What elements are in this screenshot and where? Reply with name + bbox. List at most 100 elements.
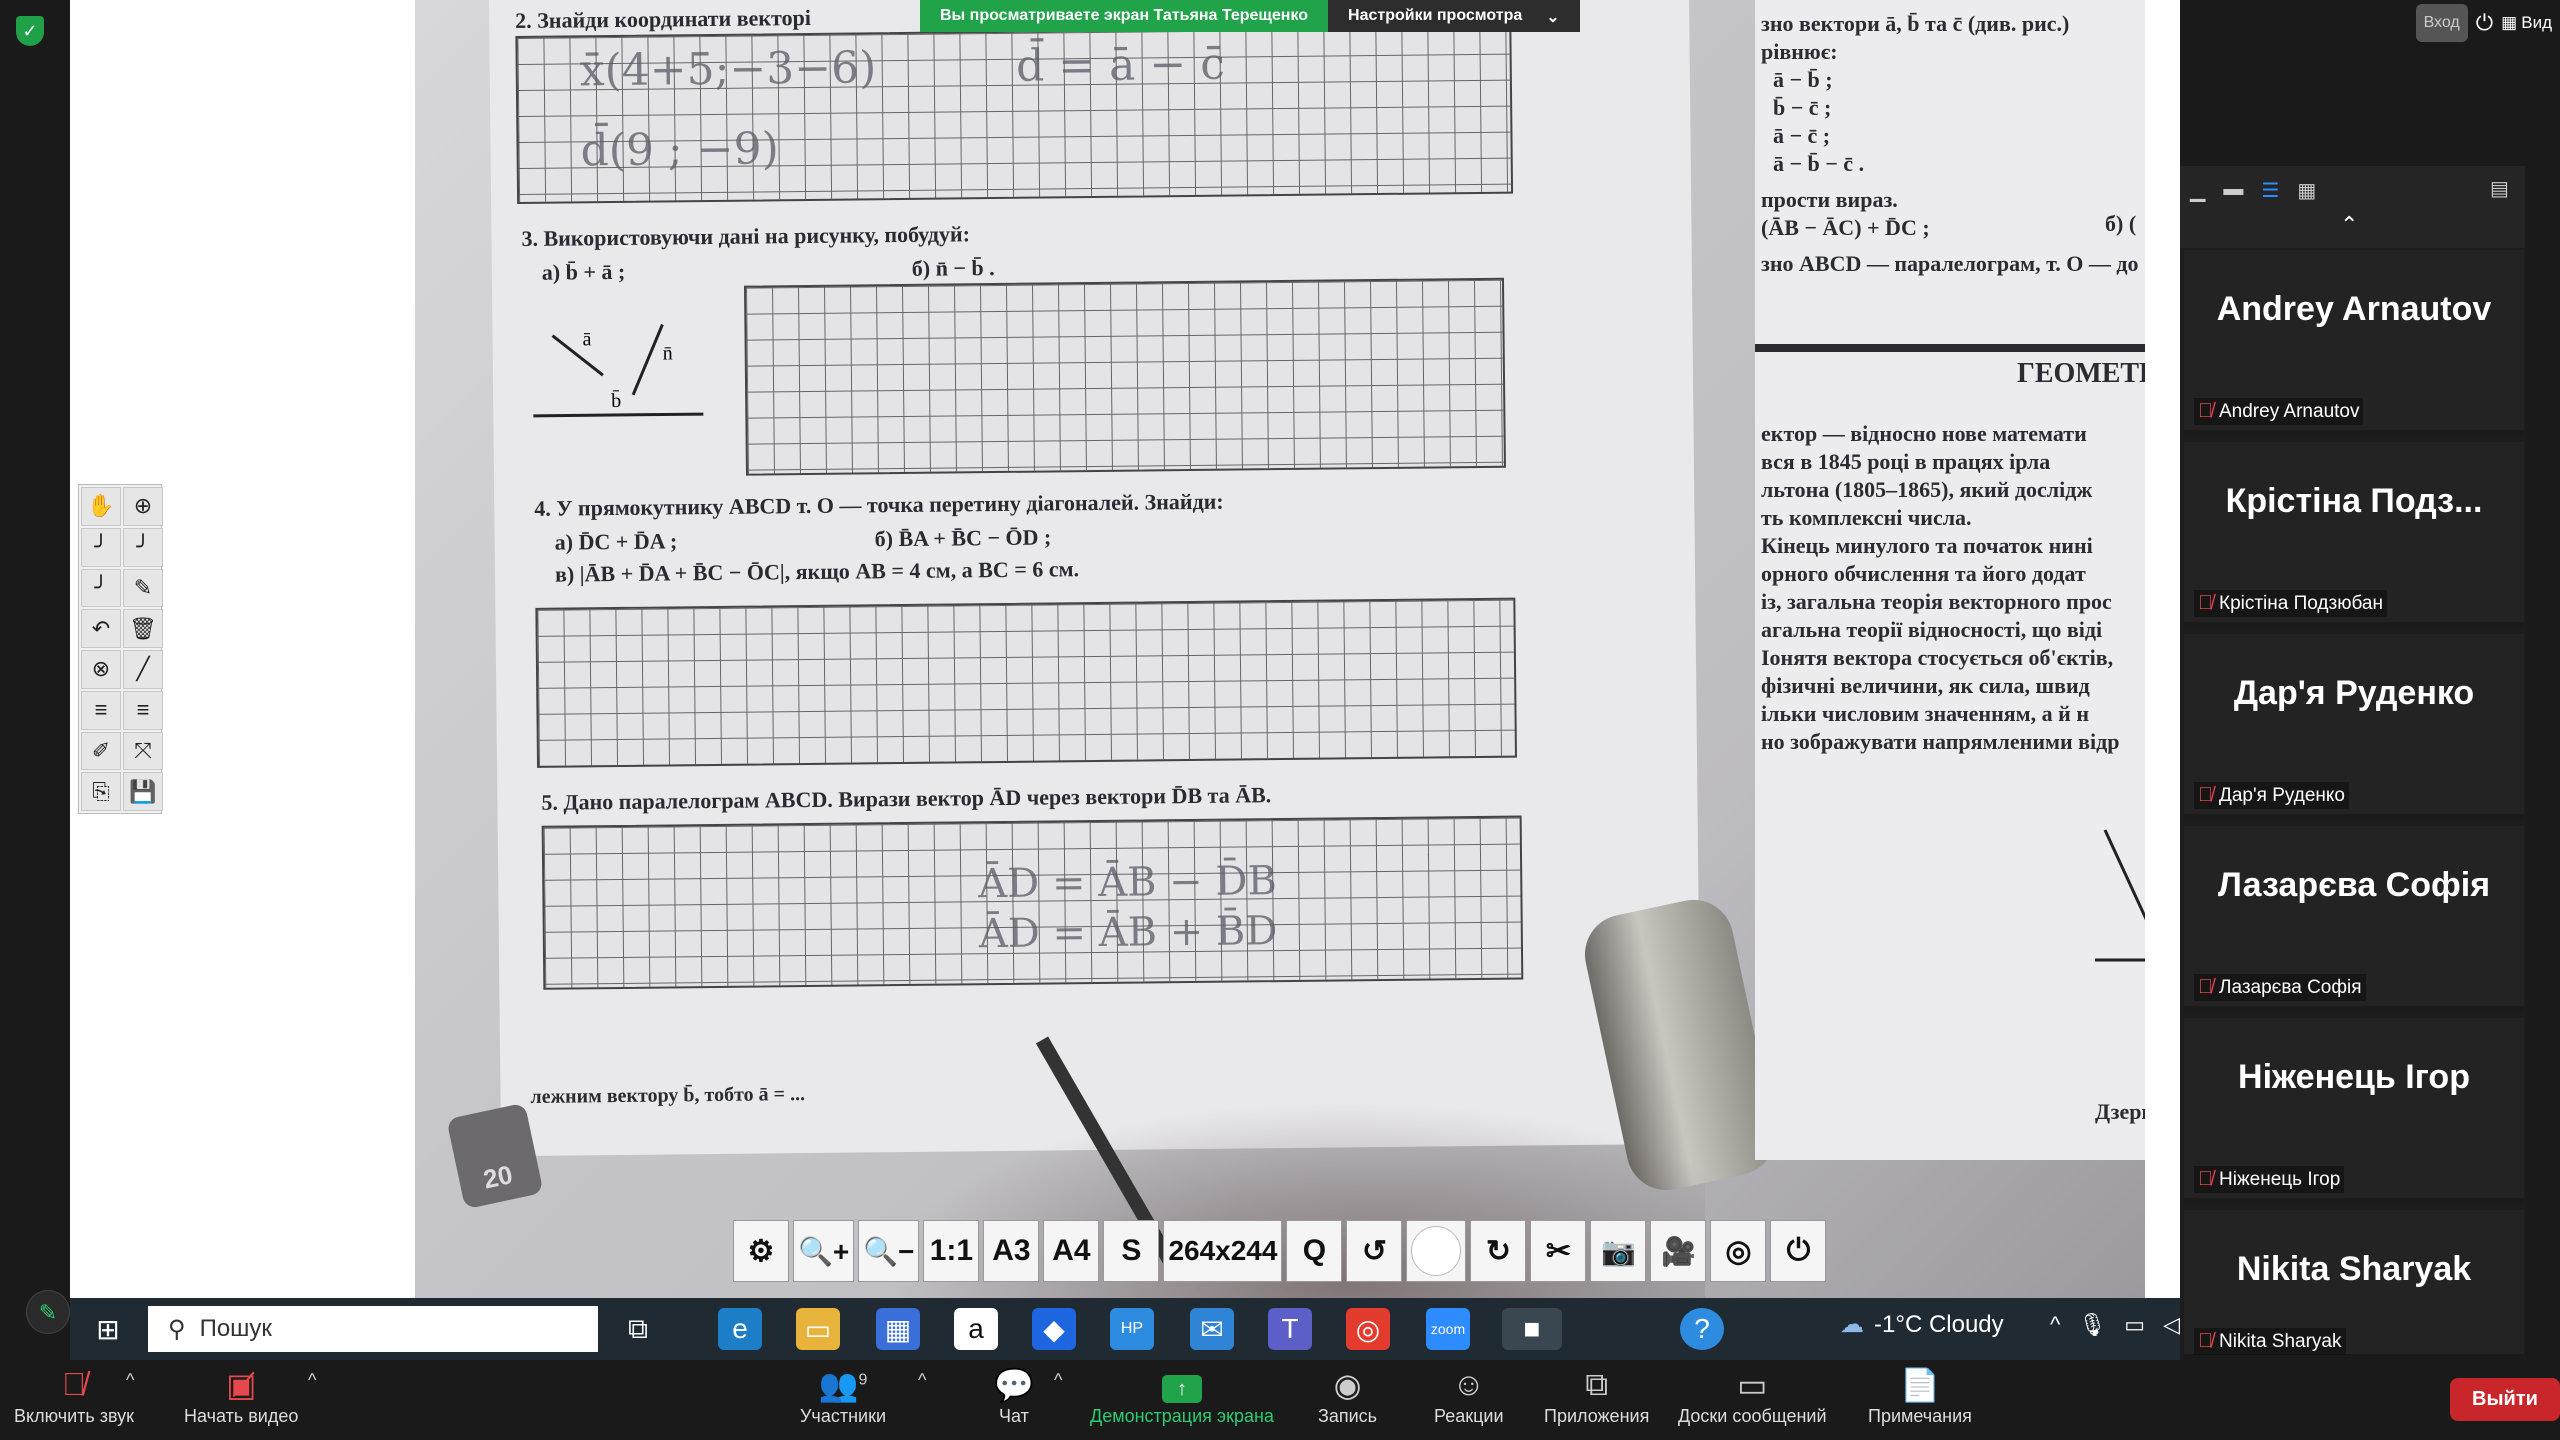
zoom-app-icon[interactable]: zoom [1426,1308,1470,1350]
settings-icon[interactable]: ⚙ [733,1220,789,1282]
actual-size-button[interactable]: 1:1 [923,1220,980,1282]
right-caption: Дзеркаль [2095,1099,2145,1124]
zoom-in-icon[interactable]: 🔍+ [793,1220,855,1282]
participant-tile[interactable]: Ніженець Ігор 🎙̸ Ніженець Ігор [2184,1018,2524,1204]
rotate-right-icon[interactable]: ↻ [1470,1220,1527,1282]
whiteboards-button[interactable]: ▭ Доски сообщений [1678,1366,1827,1427]
video-camera-icon[interactable]: ■ [1502,1308,1562,1350]
trash-icon[interactable]: 🗑 [123,609,163,648]
security-shield-icon[interactable]: ✓ [16,16,44,46]
leave-button[interactable]: Выйти [2450,1378,2560,1421]
speaker-icon[interactable]: ◁ [2163,1312,2180,1338]
audio-options-chevron-icon[interactable]: ^ [126,1370,134,1391]
notes-button[interactable]: 📄 Примечания [1868,1366,1972,1427]
zoom-out-icon[interactable]: 🔍− [858,1220,920,1282]
right-para-line: льтона (1805–1865), який дослідж [1761,477,2093,502]
close-icon[interactable]: ⊗ [81,650,121,689]
minimize-icon[interactable]: ▁ [2190,178,2205,203]
chevron-up-icon[interactable]: ^ [2050,1312,2060,1338]
record-button[interactable]: ◉ Запись [1318,1366,1377,1427]
start-video-button[interactable]: ▣̸ Начать видео [184,1366,298,1427]
butterfly-icon[interactable]: ✂ [1530,1220,1587,1282]
store-icon[interactable]: ▦ [876,1308,920,1350]
enter-button[interactable]: Вход [2415,4,2468,42]
chat-button[interactable]: 💬 Чат [994,1366,1034,1427]
undo-icon[interactable]: ↶ [81,609,121,648]
rotate-left-icon[interactable]: ↺ [1346,1220,1403,1282]
teams-icon[interactable]: T [1268,1308,1312,1350]
task4c-text: в) |ĀB + D̄A + B̄C − ŌC|, якщо AB = 4 см… [554,556,1080,587]
participants-button[interactable]: 👥9 Участники [800,1366,886,1427]
windows-start-icon[interactable]: ⊞ [86,1308,130,1350]
thumbnail-icon[interactable]: ▬ [2223,178,2243,203]
file-explorer-icon[interactable]: ▭ [796,1308,840,1350]
align-right-icon[interactable]: ≡ [123,690,163,730]
target-icon[interactable]: ⊕ [123,487,163,526]
s-button[interactable]: S [1103,1220,1160,1282]
unmute-button[interactable]: 🎙̸ Включить звук [14,1366,134,1427]
webcam-icon[interactable]: ◎ [1710,1220,1767,1282]
display-icon[interactable]: ▭ [2124,1312,2145,1338]
task3a-text: а) b̄ + ā ; [541,258,626,285]
participant-name: Ніженець Ігор [2219,1168,2341,1190]
chrome-icon[interactable]: ◎ [1346,1308,1390,1350]
line-icon[interactable]: ╱ [123,650,163,689]
highlighter-icon[interactable]: ╯ [81,568,121,608]
pen-alt-icon[interactable]: ╯ [123,527,163,567]
participant-tile[interactable]: Дар'я Руденко 🎙̸ Дар'я Руденко [2184,634,2524,820]
amazon-icon[interactable]: a [954,1308,998,1350]
share-banner: Вы просматриваете экран Татьяна Терещенк… [920,0,1580,32]
viewing-screen-label: Вы просматриваете экран Татьяна Терещенк… [920,0,1329,32]
task4b-text: б) B̄A + B̄C − ŌD ; [874,524,1052,552]
pen-icon[interactable]: ╯ [81,527,121,567]
mail-icon[interactable]: ✉ [1190,1308,1234,1350]
annotate-pencil-icon[interactable]: ✎ [26,1290,70,1334]
view-button[interactable]: ▦ Вид [2501,13,2552,33]
q-button[interactable]: Q [1286,1220,1343,1282]
right-para-line: фізичні величини, як сила, швид [1761,673,2090,698]
expand-icon[interactable]: ⤧ [123,731,163,771]
video-icon[interactable]: 🎥 [1650,1220,1707,1282]
microphone-icon[interactable]: 🎙 [2078,1312,2106,1338]
white-balance-icon[interactable] [1406,1220,1467,1282]
edge-icon[interactable]: e [718,1308,762,1350]
chat-chevron-icon[interactable]: ^ [1054,1370,1062,1391]
myhp-icon[interactable]: HP [1110,1308,1154,1350]
video-options-chevron-icon[interactable]: ^ [308,1370,316,1391]
participants-chevron-icon[interactable]: ^ [918,1370,926,1391]
a4-button[interactable]: A4 [1043,1220,1100,1282]
eyedropper-icon[interactable]: ✐ [81,731,121,771]
hand-icon[interactable]: ✋ [81,487,121,526]
resolution-button[interactable]: 264x244 [1163,1220,1283,1282]
participant-tile[interactable]: Andrey Arnautov 🎙̸ Andrey Arnautov [2184,250,2524,436]
share-screen-button[interactable]: ↑ Демонстрация экрана [1090,1366,1274,1427]
chevron-up-icon[interactable]: ⌃ [2340,212,2358,238]
camera-icon[interactable]: 📷 [1590,1220,1647,1282]
participant-tile[interactable]: Nikita Sharyak 🎙̸ Nikita Sharyak [2184,1210,2524,1360]
weather-widget[interactable]: ☁ -1°C Cloudy [1840,1310,2004,1339]
calculator-label: 20 [480,1159,516,1195]
power-icon[interactable]: ⏻ [2476,10,2493,36]
panel-toggle-icon[interactable]: ▤ [2490,176,2509,201]
participant-label: 🎙̸ Дар'я Руденко [2194,782,2349,809]
power-icon[interactable]: ⏻ [1770,1220,1827,1282]
save-icon[interactable]: 💾 [123,772,163,811]
reactions-button[interactable]: ☺ Реакции [1434,1366,1504,1427]
grid-icon[interactable]: ▦ [2297,178,2316,203]
dropbox-icon[interactable]: ◆ [1032,1308,1076,1350]
align-left-icon[interactable]: ≡ [81,690,121,730]
strip-icon[interactable]: ☰ [2261,178,2279,203]
grid-task4 [535,597,1517,768]
marker-icon[interactable]: ✎ [123,568,163,608]
annotation-toolbar: ✋ ⊕ ╯ ╯ ╯ ✎ ↶ 🗑 ⊗ ╱ ≡ ≡ ✐ ⤧ ⎘ 💾 [78,484,163,814]
view-options-button[interactable]: Настройки просмотра ⌄ [1328,0,1580,32]
participant-tile[interactable]: Крістіна Подз... 🎙̸ Крістіна Подзюбан [2184,442,2524,628]
help-icon[interactable]: ? [1680,1308,1724,1350]
task-view-icon[interactable]: ⧉ [616,1308,660,1350]
participant-tile[interactable]: Лазарєва Софія 🎙̸ Лазарєва Софія [2184,826,2524,1012]
apps-button[interactable]: ⧉ Приложения [1544,1366,1649,1427]
stamp-icon[interactable]: ⎘ [81,772,121,811]
a3-button[interactable]: A3 [983,1220,1040,1282]
taskbar-search-input[interactable]: ⚲ Пошук [148,1306,598,1352]
right-line: b̄ − c̄ ; [1773,95,1832,120]
